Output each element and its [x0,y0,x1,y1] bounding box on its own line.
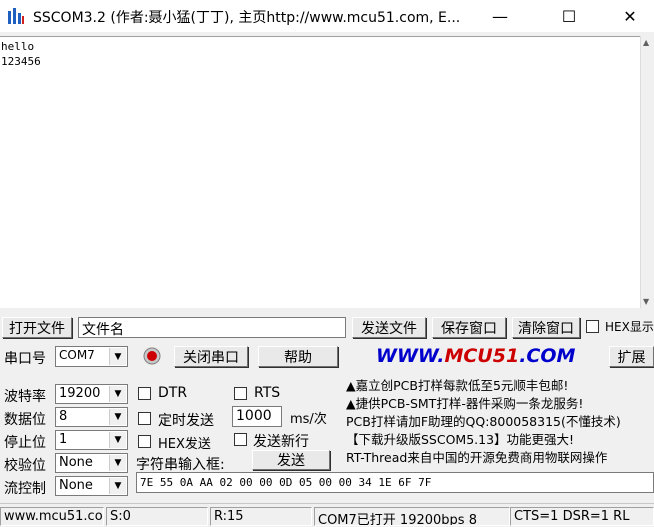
flow-value: None [59,478,93,493]
send-newline-label: 发送新行 [253,434,309,450]
ad-panel: ▲嘉立创PCB打样每款低至5元顺丰包邮! ▲捷供PCB-SMT打样-器件采购一条… [346,377,654,469]
close-button[interactable]: ✕ [607,0,653,32]
status-bar: www.mcu51.cor S:0 R:15 COM7已打开 19200bps … [0,503,654,527]
flow-label: 流控制 [4,481,46,497]
status-signals: CTS=1 DSR=1 RL [510,507,654,526]
app-icon [8,8,24,24]
close-port-button[interactable]: 关闭串口 [174,346,248,367]
string-input-label: 字符串输入框: [136,457,225,473]
ad-line[interactable]: ▲嘉立创PCB打样每款低至5元顺丰包邮! [346,377,654,395]
parity-label: 校验位 [4,458,46,474]
hex-send-checkbox[interactable] [138,435,151,448]
receive-scrollbar[interactable]: ▲ ▼ [640,36,654,308]
maximize-button[interactable]: ☐ [546,0,592,32]
port-label: 串口号 [4,351,46,367]
chevron-down-icon[interactable]: ▼ [109,409,126,425]
rts-checkbox[interactable] [234,387,247,400]
send-data-input[interactable]: 7E 55 0A AA 02 00 00 0D 05 00 00 34 1E 6… [136,472,654,493]
timed-send-checkbox[interactable] [138,412,151,425]
ad-line[interactable]: RT-Thread来自中国的开源免费商用物联网操作 [346,449,654,467]
receive-textarea[interactable]: hello 123456 [0,36,640,308]
status-site: www.mcu51.cor [0,507,104,526]
send-newline-checkbox[interactable] [234,433,247,446]
ad-line[interactable]: 【下载升级版SSCOM5.13】功能更强大! [346,431,654,449]
interval-unit: ms/次 [290,412,327,427]
parity-select[interactable]: None ▼ [55,453,128,473]
minimize-button[interactable]: — [477,0,523,32]
save-window-button[interactable]: 保存窗口 [432,317,506,338]
hex-send-label: HEX发送 [158,437,211,452]
stop-bits-label: 停止位 [4,435,46,451]
chevron-down-icon[interactable]: ▼ [109,348,126,365]
scroll-down-icon[interactable]: ▼ [643,297,649,306]
send-button[interactable]: 发送 [252,450,330,470]
stop-bits-select[interactable]: 1 ▼ [55,430,128,450]
flow-select[interactable]: None ▼ [55,476,128,496]
baud-select[interactable]: 19200 ▼ [55,384,128,404]
dtr-checkbox[interactable] [138,387,151,400]
stop-bits-value: 1 [59,432,68,447]
dtr-label: DTR [158,385,188,401]
record-icon [143,347,161,365]
data-bits-value: 8 [59,409,68,424]
clear-window-button[interactable]: 清除窗口 [512,317,580,338]
chevron-down-icon[interactable]: ▼ [109,432,126,448]
interval-input[interactable]: 1000 [232,406,282,427]
expand-button[interactable]: 扩展 [609,346,654,367]
file-name-field[interactable]: 文件名 [78,317,346,338]
rts-label: RTS [254,385,281,401]
chevron-down-icon[interactable]: ▼ [109,478,126,494]
title-bar[interactable]: SSCOM3.2 (作者:聂小猛(丁丁), 主页http://www.mcu51… [0,0,654,32]
baud-label: 波特率 [4,389,46,405]
chevron-down-icon[interactable]: ▼ [109,455,126,471]
send-file-button[interactable]: 发送文件 [352,317,426,338]
ad-line[interactable]: ▲捷供PCB-SMT打样-器件采购一条龙服务! [346,395,654,413]
hex-display-label: HEX显示 [605,320,654,334]
website-link[interactable]: WWW.MCU51.COM [376,345,575,367]
website-text: WWW.MCU51.COM [376,345,576,367]
baud-value: 19200 [59,386,101,401]
timed-send-label: 定时发送 [158,413,214,429]
status-port-state: COM7已打开 19200bps 8 [314,507,510,526]
data-bits-label: 数据位 [4,412,46,428]
help-button[interactable]: 帮助 [258,346,338,367]
port-select[interactable]: COM7 ▼ [55,346,128,367]
hex-display-checkbox[interactable] [586,320,599,333]
receive-line: 123456 [1,55,41,68]
receive-line: hello [1,40,35,53]
window-title: SSCOM3.2 (作者:聂小猛(丁丁), 主页http://www.mcu51… [33,10,461,26]
chevron-down-icon[interactable]: ▼ [109,386,126,402]
port-select-value: COM7 [59,348,95,362]
ad-line[interactable]: PCB打样请加F助理的QQ:800058315(不懂技术) [346,413,654,431]
open-file-button[interactable]: 打开文件 [2,317,72,338]
parity-value: None [59,455,93,470]
scroll-up-icon[interactable]: ▲ [643,38,649,47]
status-sent: S:0 [106,507,208,526]
data-bits-select[interactable]: 8 ▼ [55,407,128,427]
status-received: R:15 [210,507,312,526]
